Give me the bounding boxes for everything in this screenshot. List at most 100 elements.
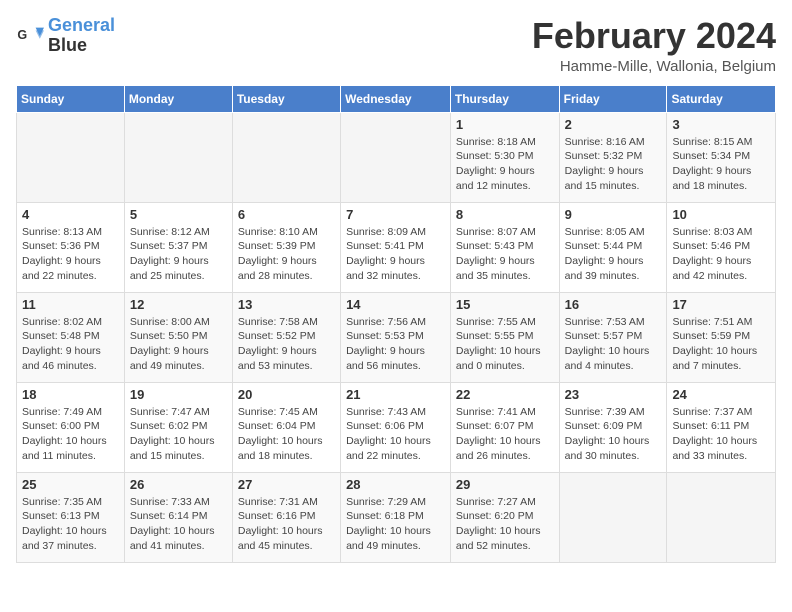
calendar-cell: 29 Sunrise: 7:27 AM Sunset: 6:20 PM Dayli… xyxy=(450,472,559,562)
day-number: 6 xyxy=(238,207,335,222)
calendar-cell: 24 Sunrise: 7:37 AM Sunset: 6:11 PM Dayli… xyxy=(667,382,776,472)
day-info: Sunrise: 8:02 AM Sunset: 5:48 PM Dayligh… xyxy=(22,315,119,374)
calendar-cell: 11 Sunrise: 8:02 AM Sunset: 5:48 PM Dayli… xyxy=(17,292,125,382)
calendar-cell: 18 Sunrise: 7:49 AM Sunset: 6:00 PM Dayli… xyxy=(17,382,125,472)
day-info: Sunrise: 7:53 AM Sunset: 5:57 PM Dayligh… xyxy=(565,315,662,374)
logo: G General Blue xyxy=(16,16,115,56)
day-info: Sunrise: 7:49 AM Sunset: 6:00 PM Dayligh… xyxy=(22,405,119,464)
calendar-table: SundayMondayTuesdayWednesdayThursdayFrid… xyxy=(16,85,776,563)
calendar-cell xyxy=(667,472,776,562)
day-number: 21 xyxy=(346,387,445,402)
day-info: Sunrise: 8:16 AM Sunset: 5:32 PM Dayligh… xyxy=(565,135,662,194)
calendar-cell: 3 Sunrise: 8:15 AM Sunset: 5:34 PM Daylig… xyxy=(667,112,776,202)
day-info: Sunrise: 7:39 AM Sunset: 6:09 PM Dayligh… xyxy=(565,405,662,464)
calendar-cell xyxy=(232,112,340,202)
calendar-cell: 19Sunrise: 7:47 AM Sunset: 6:02 PM Dayli… xyxy=(124,382,232,472)
day-info: Sunrise: 8:15 AM Sunset: 5:34 PM Dayligh… xyxy=(672,135,770,194)
day-number: 3 xyxy=(672,117,770,132)
calendar-week-3: 11 Sunrise: 8:02 AM Sunset: 5:48 PM Dayli… xyxy=(17,292,776,382)
day-number: 1 xyxy=(456,117,554,132)
calendar-cell: 13 Sunrise: 7:58 AM Sunset: 5:52 PM Dayli… xyxy=(232,292,340,382)
calendar-cell xyxy=(341,112,451,202)
header-friday: Friday xyxy=(559,85,667,112)
day-number: 5 xyxy=(130,207,227,222)
logo-icon: G xyxy=(16,22,44,50)
calendar-cell: 16 Sunrise: 7:53 AM Sunset: 5:57 PM Dayli… xyxy=(559,292,667,382)
day-info: Sunrise: 8:10 AM Sunset: 5:39 PM Dayligh… xyxy=(238,225,335,284)
calendar-cell: 15 Sunrise: 7:55 AM Sunset: 5:55 PM Dayli… xyxy=(450,292,559,382)
day-info: Sunrise: 8:07 AM Sunset: 5:43 PM Dayligh… xyxy=(456,225,554,284)
day-number: 11 xyxy=(22,297,119,312)
day-info: Sunrise: 8:03 AM Sunset: 5:46 PM Dayligh… xyxy=(672,225,770,284)
day-info: Sunrise: 7:31 AM Sunset: 6:16 PM Dayligh… xyxy=(238,495,335,554)
day-info: Sunrise: 7:29 AM Sunset: 6:18 PM Dayligh… xyxy=(346,495,445,554)
calendar-week-4: 18 Sunrise: 7:49 AM Sunset: 6:00 PM Dayli… xyxy=(17,382,776,472)
day-number: 20 xyxy=(238,387,335,402)
day-number: 9 xyxy=(565,207,662,222)
day-number: 15 xyxy=(456,297,554,312)
calendar-cell: 27Sunrise: 7:31 AM Sunset: 6:16 PM Dayli… xyxy=(232,472,340,562)
day-number: 16 xyxy=(565,297,662,312)
header-sunday: Sunday xyxy=(17,85,125,112)
day-number: 18 xyxy=(22,387,119,402)
day-info: Sunrise: 7:58 AM Sunset: 5:52 PM Dayligh… xyxy=(238,315,335,374)
day-number: 28 xyxy=(346,477,445,492)
calendar-cell: 25 Sunrise: 7:35 AM Sunset: 6:13 PM Dayli… xyxy=(17,472,125,562)
calendar-cell: 14Sunrise: 7:56 AM Sunset: 5:53 PM Dayli… xyxy=(341,292,451,382)
calendar-cell: 23 Sunrise: 7:39 AM Sunset: 6:09 PM Dayli… xyxy=(559,382,667,472)
day-number: 13 xyxy=(238,297,335,312)
day-number: 26 xyxy=(130,477,227,492)
day-number: 22 xyxy=(456,387,554,402)
month-title: February 2024 xyxy=(532,16,776,56)
logo-text: General Blue xyxy=(48,16,115,56)
calendar-cell: 5 Sunrise: 8:12 AM Sunset: 5:37 PM Daylig… xyxy=(124,202,232,292)
header-tuesday: Tuesday xyxy=(232,85,340,112)
day-info: Sunrise: 7:37 AM Sunset: 6:11 PM Dayligh… xyxy=(672,405,770,464)
day-info: Sunrise: 7:47 AM Sunset: 6:02 PM Dayligh… xyxy=(130,405,227,464)
calendar-week-5: 25 Sunrise: 7:35 AM Sunset: 6:13 PM Dayli… xyxy=(17,472,776,562)
calendar-cell: 10Sunrise: 8:03 AM Sunset: 5:46 PM Dayli… xyxy=(667,202,776,292)
day-info: Sunrise: 7:27 AM Sunset: 6:20 PM Dayligh… xyxy=(456,495,554,554)
day-info: Sunrise: 8:00 AM Sunset: 5:50 PM Dayligh… xyxy=(130,315,227,374)
calendar-cell: 26 Sunrise: 7:33 AM Sunset: 6:14 PM Dayli… xyxy=(124,472,232,562)
day-info: Sunrise: 7:43 AM Sunset: 6:06 PM Dayligh… xyxy=(346,405,445,464)
day-number: 29 xyxy=(456,477,554,492)
day-number: 17 xyxy=(672,297,770,312)
page-header: G General Blue February 2024 Hamme-Mille… xyxy=(16,16,776,75)
day-info: Sunrise: 7:35 AM Sunset: 6:13 PM Dayligh… xyxy=(22,495,119,554)
calendar-cell: 7 Sunrise: 8:09 AM Sunset: 5:41 PM Daylig… xyxy=(341,202,451,292)
header-saturday: Saturday xyxy=(667,85,776,112)
day-info: Sunrise: 7:45 AM Sunset: 6:04 PM Dayligh… xyxy=(238,405,335,464)
calendar-cell: 28 Sunrise: 7:29 AM Sunset: 6:18 PM Dayli… xyxy=(341,472,451,562)
day-number: 24 xyxy=(672,387,770,402)
day-info: Sunrise: 8:05 AM Sunset: 5:44 PM Dayligh… xyxy=(565,225,662,284)
calendar-cell: 1 Sunrise: 8:18 AM Sunset: 5:30 PM Daylig… xyxy=(450,112,559,202)
calendar-cell: 17 Sunrise: 7:51 AM Sunset: 5:59 PM Dayli… xyxy=(667,292,776,382)
header-monday: Monday xyxy=(124,85,232,112)
day-number: 7 xyxy=(346,207,445,222)
day-info: Sunrise: 7:51 AM Sunset: 5:59 PM Dayligh… xyxy=(672,315,770,374)
calendar-cell: 12 Sunrise: 8:00 AM Sunset: 5:50 PM Dayli… xyxy=(124,292,232,382)
day-number: 12 xyxy=(130,297,227,312)
calendar-cell: 20 Sunrise: 7:45 AM Sunset: 6:04 PM Dayli… xyxy=(232,382,340,472)
day-number: 25 xyxy=(22,477,119,492)
day-info: Sunrise: 7:33 AM Sunset: 6:14 PM Dayligh… xyxy=(130,495,227,554)
calendar-cell xyxy=(17,112,125,202)
day-info: Sunrise: 8:12 AM Sunset: 5:37 PM Dayligh… xyxy=(130,225,227,284)
calendar-cell: 22Sunrise: 7:41 AM Sunset: 6:07 PM Dayli… xyxy=(450,382,559,472)
calendar-cell: 4Sunrise: 8:13 AM Sunset: 5:36 PM Daylig… xyxy=(17,202,125,292)
calendar-cell: 6 Sunrise: 8:10 AM Sunset: 5:39 PM Daylig… xyxy=(232,202,340,292)
day-number: 2 xyxy=(565,117,662,132)
day-number: 23 xyxy=(565,387,662,402)
calendar-cell: 9 Sunrise: 8:05 AM Sunset: 5:44 PM Daylig… xyxy=(559,202,667,292)
day-number: 14 xyxy=(346,297,445,312)
calendar-cell xyxy=(559,472,667,562)
day-number: 8 xyxy=(456,207,554,222)
location-subtitle: Hamme-Mille, Wallonia, Belgium xyxy=(532,58,776,75)
calendar-week-2: 4Sunrise: 8:13 AM Sunset: 5:36 PM Daylig… xyxy=(17,202,776,292)
day-info: Sunrise: 8:13 AM Sunset: 5:36 PM Dayligh… xyxy=(22,225,119,284)
day-info: Sunrise: 8:18 AM Sunset: 5:30 PM Dayligh… xyxy=(456,135,554,194)
day-info: Sunrise: 7:55 AM Sunset: 5:55 PM Dayligh… xyxy=(456,315,554,374)
calendar-cell: 2 Sunrise: 8:16 AM Sunset: 5:32 PM Daylig… xyxy=(559,112,667,202)
day-info: Sunrise: 8:09 AM Sunset: 5:41 PM Dayligh… xyxy=(346,225,445,284)
